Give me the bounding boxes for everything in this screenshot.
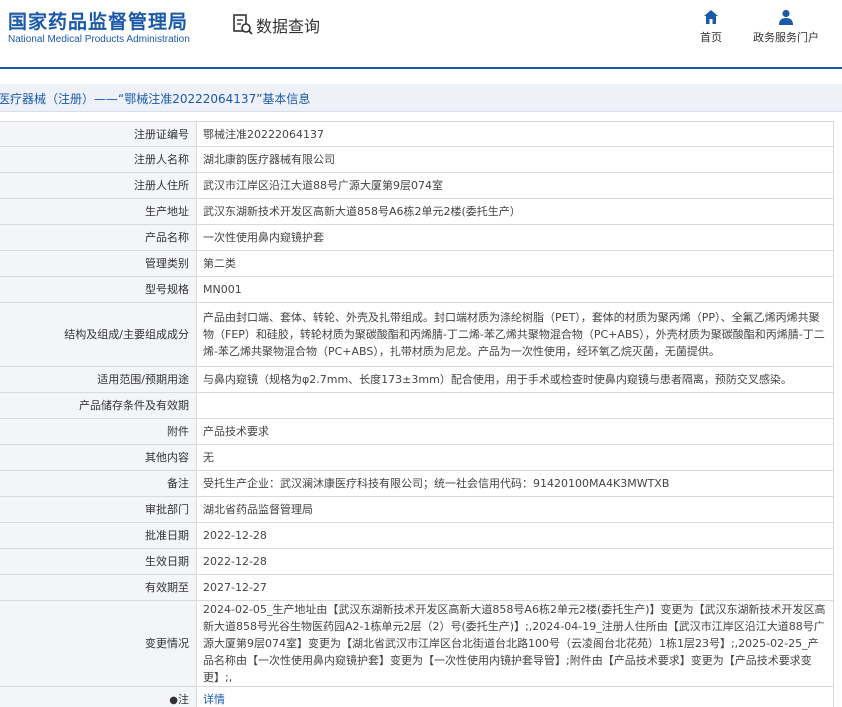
row-label: 生效日期 [0, 548, 197, 575]
table-row: 生产地址 武汉东湖新技术开发区高新大道858号A6栋2单元2楼(委托生产） [0, 198, 834, 225]
row-label: 产品储存条件及有效期 [0, 392, 197, 419]
user-icon [779, 9, 793, 25]
site-logo-title[interactable]: 国家药品监督管理局 [8, 7, 188, 34]
search-document-icon [233, 14, 253, 35]
row-value: 2027-12-27 [196, 574, 834, 601]
query-title: 数据查询 [256, 17, 321, 36]
site-logo-subtitle: National Medical Products Administration [8, 34, 190, 45]
row-label: 批准日期 [0, 522, 197, 549]
row-label: 注册证编号 [0, 121, 197, 147]
row-value: 第二类 [196, 250, 834, 277]
table-row: 型号规格 MN001 [0, 276, 834, 303]
details-link[interactable]: 详情 [203, 693, 225, 706]
breadcrumb: 医疗器械（注册）——“鄂械注准20222064137”基本信息 [0, 92, 311, 106]
row-value: 详情 [196, 686, 834, 707]
row-label: 产品名称 [0, 224, 197, 251]
nav-home[interactable]: 首页 [696, 8, 726, 45]
row-value: 无 [196, 444, 834, 471]
row-value: 产品技术要求 [196, 418, 834, 445]
row-value: 鄂械注准20222064137 [196, 121, 834, 147]
table-row: 有效期至 2027-12-27 [0, 574, 834, 601]
row-value: 2024-02-05_生产地址由【武汉东湖新技术开发区高新大道858号A6栋2单… [196, 600, 834, 687]
table-row: 附件 产品技术要求 [0, 418, 834, 445]
row-label: 适用范围/预期用途 [0, 366, 197, 393]
table-row: 产品名称 一次性使用鼻内窥镜护套 [0, 224, 834, 251]
pin-icon: ● [169, 694, 178, 706]
row-value: 与鼻内窥镜（规格为φ2.7mm、长度173±3mm）配合使用，用于手术或检查时使… [196, 366, 834, 393]
nav-service-portal[interactable]: 政务服务门户 [748, 8, 824, 45]
table-row: 批准日期 2022-12-28 [0, 522, 834, 549]
registration-info-table: 注册证编号 鄂械注准20222064137 注册人名称 湖北康韵医疗器械有限公司 注… [0, 121, 834, 707]
table-row: 备注 受托生产企业：武汉澜沐康医疗科技有限公司；统一社会信用代码：91420100… [0, 470, 834, 497]
row-label: 备注 [0, 470, 197, 497]
row-value: 武汉东湖新技术开发区高新大道858号A6栋2单元2楼(委托生产） [196, 198, 834, 225]
table-row: 审批部门 湖北省药品监督管理局 [0, 496, 834, 523]
table-row: 其他内容无 [0, 444, 834, 471]
table-row: 注册人名称 湖北康韵医疗器械有限公司 [0, 146, 834, 173]
row-label: 审批部门 [0, 496, 197, 523]
home-icon [704, 10, 718, 24]
row-value: 武汉市江岸区沿江大道88号广源大厦第9层074室 [196, 172, 834, 199]
table-row: 结构及组成/主要组成成分 产品由封口端、套体、转轮、外壳及扎带组成。封口端材质为涤… [0, 302, 834, 367]
table-row: 注册证编号 鄂械注准20222064137 [0, 121, 834, 147]
table-row: ●注 详情 [0, 686, 834, 707]
table-row: 注册人住所 武汉市江岸区沿江大道88号广源大厦第9层074室 [0, 172, 834, 199]
note-label: 注 [178, 692, 189, 706]
table-row: 适用范围/预期用途 与鼻内窥镜（规格为φ2.7mm、长度173±3mm）配合使用，… [0, 366, 834, 393]
row-label: 有效期至 [0, 574, 197, 601]
table-row: 管理类别 第二类 [0, 250, 834, 277]
row-label: 结构及组成/主要组成成分 [0, 302, 197, 367]
table-row: 生效日期 2022-12-28 [0, 548, 834, 575]
nav-portal-label: 政务服务门户 [753, 31, 819, 44]
row-label: 注册人名称 [0, 146, 197, 173]
row-value: MN001 [196, 276, 834, 303]
row-value: 2022-12-28 [196, 548, 834, 575]
table-row: 变更情况 2024-02-05_生产地址由【武汉东湖新技术开发区高新大道858号A… [0, 600, 834, 687]
row-value: 湖北省药品监督管理局 [196, 496, 834, 523]
row-value: 受托生产企业：武汉澜沐康医疗科技有限公司；统一社会信用代码：91420100MA… [196, 470, 834, 497]
row-value [196, 392, 834, 419]
row-label: 管理类别 [0, 250, 197, 277]
breadcrumb-bar: 医疗器械（注册）——“鄂械注准20222064137”基本信息 [0, 84, 842, 112]
row-value: 一次性使用鼻内窥镜护套 [196, 224, 834, 251]
row-label: 生产地址 [0, 198, 197, 225]
table-row: 产品储存条件及有效期 [0, 392, 834, 419]
header-divider [0, 67, 842, 69]
row-value: 2022-12-28 [196, 522, 834, 549]
row-label: 型号规格 [0, 276, 197, 303]
row-label: ●注 [0, 686, 197, 707]
site-header: 国家药品监督管理局 National Medical Products Admi… [0, 0, 842, 66]
row-label: 其他内容 [0, 444, 197, 471]
nav-home-label: 首页 [700, 31, 722, 44]
data-query-heading: 数据查询 [232, 13, 320, 37]
row-value: 产品由封口端、套体、转轮、外壳及扎带组成。封口端材质为涤纶树脂（PET），套体的… [196, 302, 834, 367]
row-label: 附件 [0, 418, 197, 445]
row-label: 变更情况 [0, 600, 197, 687]
row-value: 湖北康韵医疗器械有限公司 [196, 146, 834, 173]
row-label: 注册人住所 [0, 172, 197, 199]
